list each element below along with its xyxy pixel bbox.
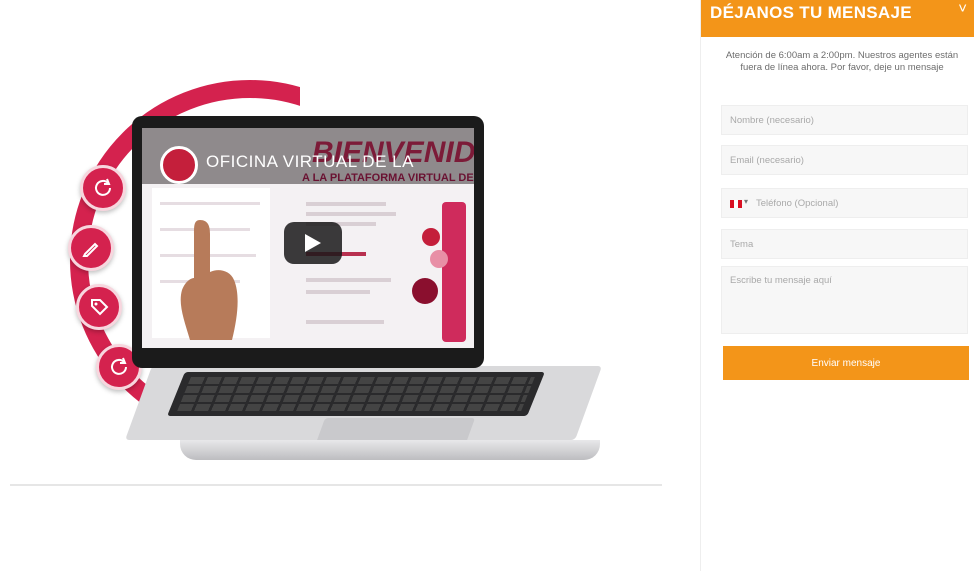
side-button-refresh[interactable]	[80, 165, 126, 211]
laptop-keyboard	[167, 372, 545, 416]
subject-field[interactable]	[721, 229, 968, 259]
phone-field[interactable]: ▾	[721, 188, 968, 218]
send-message-button[interactable]: Enviar mensaje	[723, 346, 969, 380]
edit-icon	[82, 242, 99, 257]
name-field[interactable]	[721, 105, 968, 135]
message-textarea[interactable]	[722, 267, 967, 333]
email-input[interactable]	[722, 146, 967, 174]
message-field[interactable]	[721, 266, 968, 334]
laptop-front	[180, 440, 600, 460]
chevron-down-icon[interactable]: ˅	[958, 0, 967, 17]
side-button-edit[interactable]	[68, 225, 114, 271]
refresh-icon	[95, 178, 111, 196]
hand-illustration	[180, 220, 238, 340]
subject-input[interactable]	[722, 230, 967, 258]
hero-section: BIENVENIDOS OFICINA VIRTUAL DE LA A LA P…	[0, 0, 700, 571]
tag-icon	[91, 299, 109, 316]
phone-input[interactable]	[722, 189, 967, 217]
play-button[interactable]	[284, 222, 342, 264]
video-subtitle: A LA PLATAFORMA VIRTUAL DE	[302, 172, 474, 184]
refresh-icon	[111, 357, 127, 375]
email-field[interactable]	[721, 145, 968, 175]
play-icon	[305, 234, 321, 252]
name-input[interactable]	[722, 106, 967, 134]
chat-title: DÉJANOS TU MENSAJE	[710, 3, 912, 22]
seal-logo	[160, 146, 198, 184]
video-title: OFICINA VIRTUAL DE LA	[206, 152, 414, 171]
video-text-block	[306, 194, 401, 334]
chat-header[interactable]: DÉJANOS TU MENSAJE ˅	[701, 0, 974, 37]
video-phone-graphic	[442, 202, 466, 342]
offline-notice: Atención de 6:00am a 2:00pm. Nuestros ag…	[725, 50, 959, 73]
side-button-tag[interactable]	[76, 284, 122, 330]
chat-widget: DÉJANOS TU MENSAJE ˅ Atención de 6:00am …	[700, 0, 974, 571]
divider	[10, 484, 662, 486]
